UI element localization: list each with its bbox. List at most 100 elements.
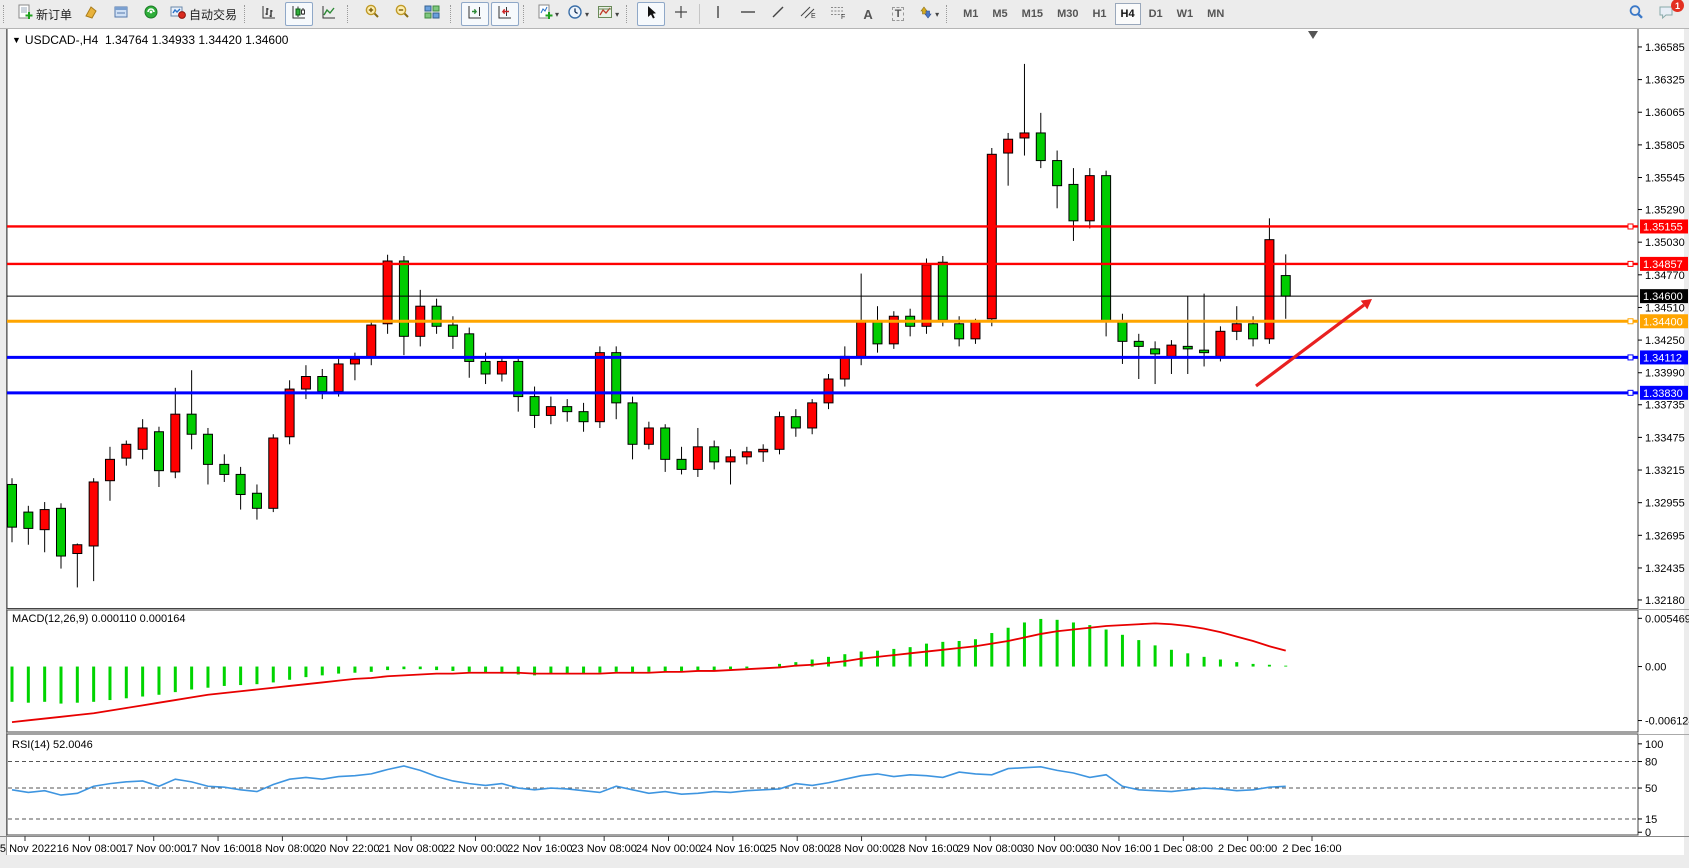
hline-label: 1.34400 [1643,316,1683,328]
one-click-collapse-icon[interactable]: ▼ [12,35,21,45]
zoom-out-button[interactable] [388,2,416,26]
hline-label: 1.35155 [1643,221,1683,233]
chart-shift-button[interactable] [491,2,519,26]
price-tick-label: 1.33475 [1645,432,1685,444]
time-tick-label: 29 Nov 08:00 [958,843,1023,855]
search-icon [1627,3,1645,26]
horizontal-line-button[interactable] [734,2,762,26]
window-left-edge [0,28,7,863]
autotrading-label: 自动交易 [189,6,237,23]
toolbar-drag-handle[interactable] [626,5,631,23]
candle-body [1265,240,1274,339]
trendline-button[interactable] [764,2,792,26]
candle-body [432,306,441,326]
toolbar-right-tools: 1 [1621,2,1681,26]
hline-label: 1.34857 [1643,259,1683,271]
candle-body [399,261,408,336]
candle-body [1183,346,1192,349]
rsi-tick-label: 50 [1645,783,1657,795]
indicators-button[interactable]: ▾ [534,2,562,26]
price-tick-label: 1.35290 [1645,205,1685,217]
indicators-dropdown-caret: ▾ [555,10,559,19]
timeframe-h4-button[interactable]: H4 [1115,3,1141,25]
fibonacci-button[interactable]: F [824,2,852,26]
candle-body [1118,321,1127,341]
toolbar-drag-handle[interactable] [3,5,8,23]
tile-windows-button[interactable] [418,2,446,26]
timeframe-m1-button[interactable]: M1 [957,3,984,25]
timeframe-mn-button[interactable]: MN [1201,3,1230,25]
candle-body [1036,133,1045,161]
candle-body [677,459,686,469]
candle-body [595,353,604,422]
candlestick-chart-button[interactable] [285,2,313,26]
rsi-indicator-label: RSI(14) 52.0046 [12,739,93,751]
templates-button[interactable]: ▾ [594,2,622,26]
line-chart-button[interactable] [315,2,343,26]
bar-chart-button[interactable] [255,2,283,26]
time-tick-label: 15 Nov 2022 [0,843,56,855]
crosshair-button[interactable] [667,2,695,26]
arrows-button[interactable]: ▾ [914,2,942,26]
candle-body [1216,331,1225,356]
candle-body [759,449,768,452]
candle-body [579,412,588,422]
candle-body [824,379,833,403]
vertical-line-button[interactable] [704,2,732,26]
strategy-tester-button[interactable] [137,2,165,26]
price-tick-label: 1.32435 [1645,563,1685,575]
timeframe-d1-button[interactable]: D1 [1143,3,1169,25]
time-tick-label: 23 Nov 08:00 [571,843,636,855]
rsi-tick-label: 0 [1645,827,1651,839]
chart-canvas[interactable]: 1.365851.363251.360651.358051.355451.352… [0,28,1689,863]
text-label-icon: T [892,7,905,21]
candle-body [187,414,196,434]
toolbar-drag-handle[interactable] [523,5,528,23]
timeframe-m15-button[interactable]: M15 [1016,3,1049,25]
zoom-in-button[interactable] [358,2,386,26]
market-watch-button[interactable] [77,2,105,26]
text-label-button[interactable]: T [884,2,912,26]
cursor-button[interactable] [637,2,665,26]
toolbar-drag-handle[interactable] [347,5,352,23]
toolbar-drag-handle[interactable] [946,5,951,23]
price-tick-label: 1.36325 [1645,75,1685,87]
candle-body [1069,184,1078,220]
timeframe-h1-button[interactable]: H1 [1086,3,1112,25]
time-tick-label: 28 Nov 16:00 [893,843,958,855]
time-tick-label: 28 Nov 00:00 [829,843,894,855]
candle-body [1249,324,1258,339]
hline-handle [1628,319,1633,324]
periods-button[interactable]: ▾ [564,2,592,26]
data-window-button[interactable] [107,2,135,26]
timeframe-w1-button[interactable]: W1 [1171,3,1200,25]
candle-body [301,377,310,390]
candle-body [873,321,882,344]
new-order-icon [17,4,33,25]
timeframe-m30-button[interactable]: M30 [1051,3,1084,25]
price-tick-label: 1.36065 [1645,107,1685,119]
autotrading-button[interactable]: 自动交易 [167,2,240,26]
candle-body [612,353,621,403]
candle-body [987,154,996,318]
timeframe-m5-button[interactable]: M5 [986,3,1013,25]
time-tick-label: 30 Nov 00:00 [1022,843,1087,855]
zoom-out-icon [394,3,411,25]
price-tick-label: 1.34510 [1645,302,1685,314]
crosshair-icon [673,4,689,25]
notifications-button[interactable]: 1 [1652,2,1680,26]
toolbar-drag-handle[interactable] [450,5,455,23]
text-button[interactable]: A [854,2,882,26]
hline-handle [1628,224,1633,229]
price-tick-label: 1.36585 [1645,42,1685,54]
search-button[interactable] [1622,2,1650,26]
candle-body [105,459,114,480]
equidistant-channel-button[interactable]: E [794,2,822,26]
channel-glyph: E [811,13,816,20]
toolbar-drag-handle[interactable] [244,5,249,23]
candle-body [203,434,212,464]
new-order-button[interactable]: 新订单 [14,2,75,26]
auto-scroll-button[interactable] [461,2,489,26]
candle-body [742,452,751,457]
candle-body [955,324,964,339]
